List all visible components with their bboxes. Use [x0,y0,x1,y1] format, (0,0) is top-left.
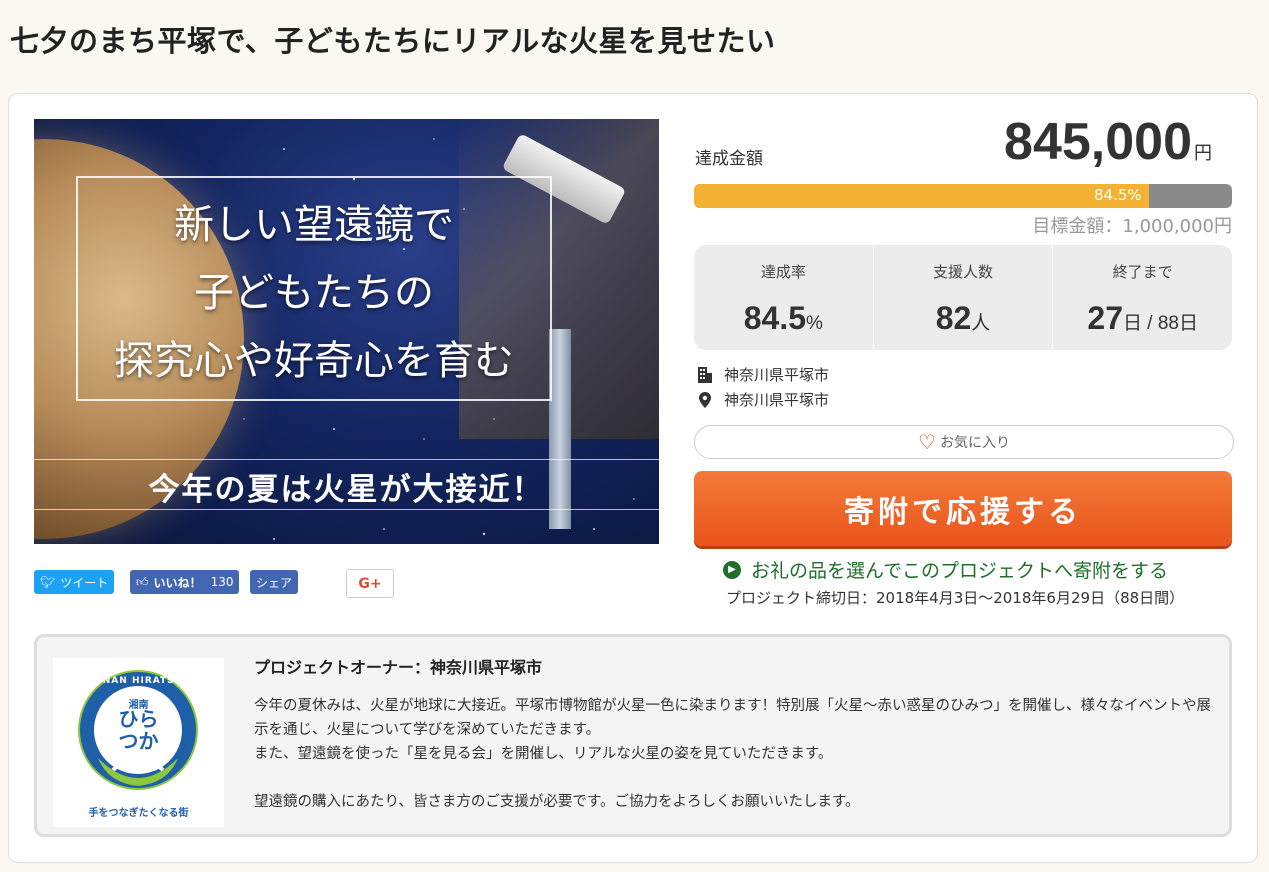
remaining-value: 27 [1087,300,1123,336]
owner-panel: SHONAN HIRATSUKA 湘南 ひら つか 手をつなぎたくなる街 プロジ… [34,634,1232,837]
achieved-amount: 845,000 円 [1004,112,1212,172]
stat-label: 支援人数 [933,263,994,281]
stat-value: 84.5% [694,300,873,337]
owner-description: 今年の夏休みは、火星が地球に大接近。平塚市博物館が火星一色に染まります！特別展「… [254,694,1224,814]
location-org-text[interactable]: 神奈川県平塚市 [724,364,829,385]
progress-text: 84.5% [1094,186,1142,204]
owner-paragraph: 望遠鏡の購入にあたり、皆さま方のご支援が必要です。ご協力をよろしくお願いいたしま… [254,794,860,810]
like-label: いいね！ [153,575,202,590]
hero-copy-line: 探究心や好奇心を育む [114,338,514,384]
stat-value: 27日 / 88日 [1053,300,1232,337]
owner-title: プロジェクトオーナー：神奈川県平塚市 [254,658,543,677]
stat-value: 82人 [874,300,1053,337]
like-button[interactable]: 👍︎ いいね！ 130 [130,570,240,594]
owner-logo: SHONAN HIRATSUKA 湘南 ひら つか 手をつなぎたくなる街 [53,658,224,827]
hero-copy: 新しい望遠鏡で 子どもたちの 探究心や好奇心を育む [76,191,552,395]
share-label: シェア [256,575,293,590]
hero-copy-line: 子どもたちの [194,270,434,316]
stat-supporters: 支援人数 82人 [872,245,1053,350]
remaining-unit: 日 / 88日 [1122,313,1198,334]
hero-divider [34,509,659,510]
location-place: 神奈川県平塚市 [696,389,829,410]
progress-bar-fill [694,184,1149,208]
supporters-value: 82 [935,300,972,336]
twitter-icon: 🐦︎ [40,575,56,589]
stat-label: 終了まで [1112,263,1173,281]
project-period: プロジェクト締切日：2018年4月3日〜2018年6月29日（88日間） [726,589,1185,607]
google-plus-icon: G+ [358,575,382,592]
favorite-label: お気に入り [939,435,1010,451]
hero-image: 新しい望遠鏡で 子どもたちの 探究心や好奇心を育む 今年の夏は火星が大接近！ [34,119,659,544]
page-title: 七夕のまち平塚で、子どもたちにリアルな火星を見せたい [10,24,776,58]
location-org: 神奈川県平塚市 [696,364,829,385]
gift-link[interactable]: ▶ お礼の品を選んでこのプロジェクトへ寄附をする [723,556,1168,583]
map-pin-icon [696,391,714,408]
owner-paragraph: 今年の夏休みは、火星が地球に大接近。平塚市博物館が火星一色に染まります！特別展「… [254,698,1211,738]
location-place-text[interactable]: 神奈川県平塚市 [724,389,829,410]
rate-unit: % [806,313,823,334]
stat-remaining: 終了まで 27日 / 88日 [1052,245,1232,350]
supporters-unit: 人 [971,313,991,334]
heart-icon: ♡ [918,430,936,454]
owner-paragraph: また、望遠鏡を使った「星を見る会」を開催し、リアルな火星の姿を見ていただきます。 [254,746,833,762]
google-plus-button[interactable]: G+ [346,569,394,598]
amount-unit: 円 [1194,143,1212,163]
thumbs-up-icon: 👍︎ [136,574,149,589]
owner-paragraph [254,766,1224,790]
like-count: 130 [210,575,234,589]
favorite-button[interactable]: ♡ お気に入り [694,425,1234,459]
gift-link-label: お礼の品を選んでこのプロジェクトへ寄附をする [751,560,1169,582]
logo-ring-text: SHONAN HIRATSUKA [78,676,199,686]
building-icon [696,366,714,383]
logo-tagline: 手をつなぎたくなる街 [88,808,189,819]
logo-name-line: ひら [118,707,159,731]
hero-divider [34,459,659,460]
hero-subcopy: 今年の夏は火星が大接近！ [148,472,545,508]
play-circle-icon: ▶ [723,560,741,579]
tweet-label: ツイート [60,575,109,590]
progress-bar [694,184,1232,208]
goal-amount: 目標金額：1,000,000円 [1032,216,1232,237]
donate-button[interactable]: 寄附で応援する [694,471,1232,546]
tweet-button[interactable]: 🐦︎ ツイート [34,570,115,594]
stats-panel: 達成率 84.5% 支援人数 82人 終了まで 27日 / 88日 [694,245,1232,350]
logo-name-line: つか [118,729,159,753]
achieved-label: 達成金額 [695,149,763,169]
stat-label: 達成率 [760,263,806,281]
rate-value: 84.5 [743,300,807,336]
stat-rate: 達成率 84.5% [694,245,873,350]
amount-value: 845,000 [1004,113,1192,171]
hero-copy-line: 新しい望遠鏡で [174,202,454,248]
share-button[interactable]: シェア [250,570,299,594]
